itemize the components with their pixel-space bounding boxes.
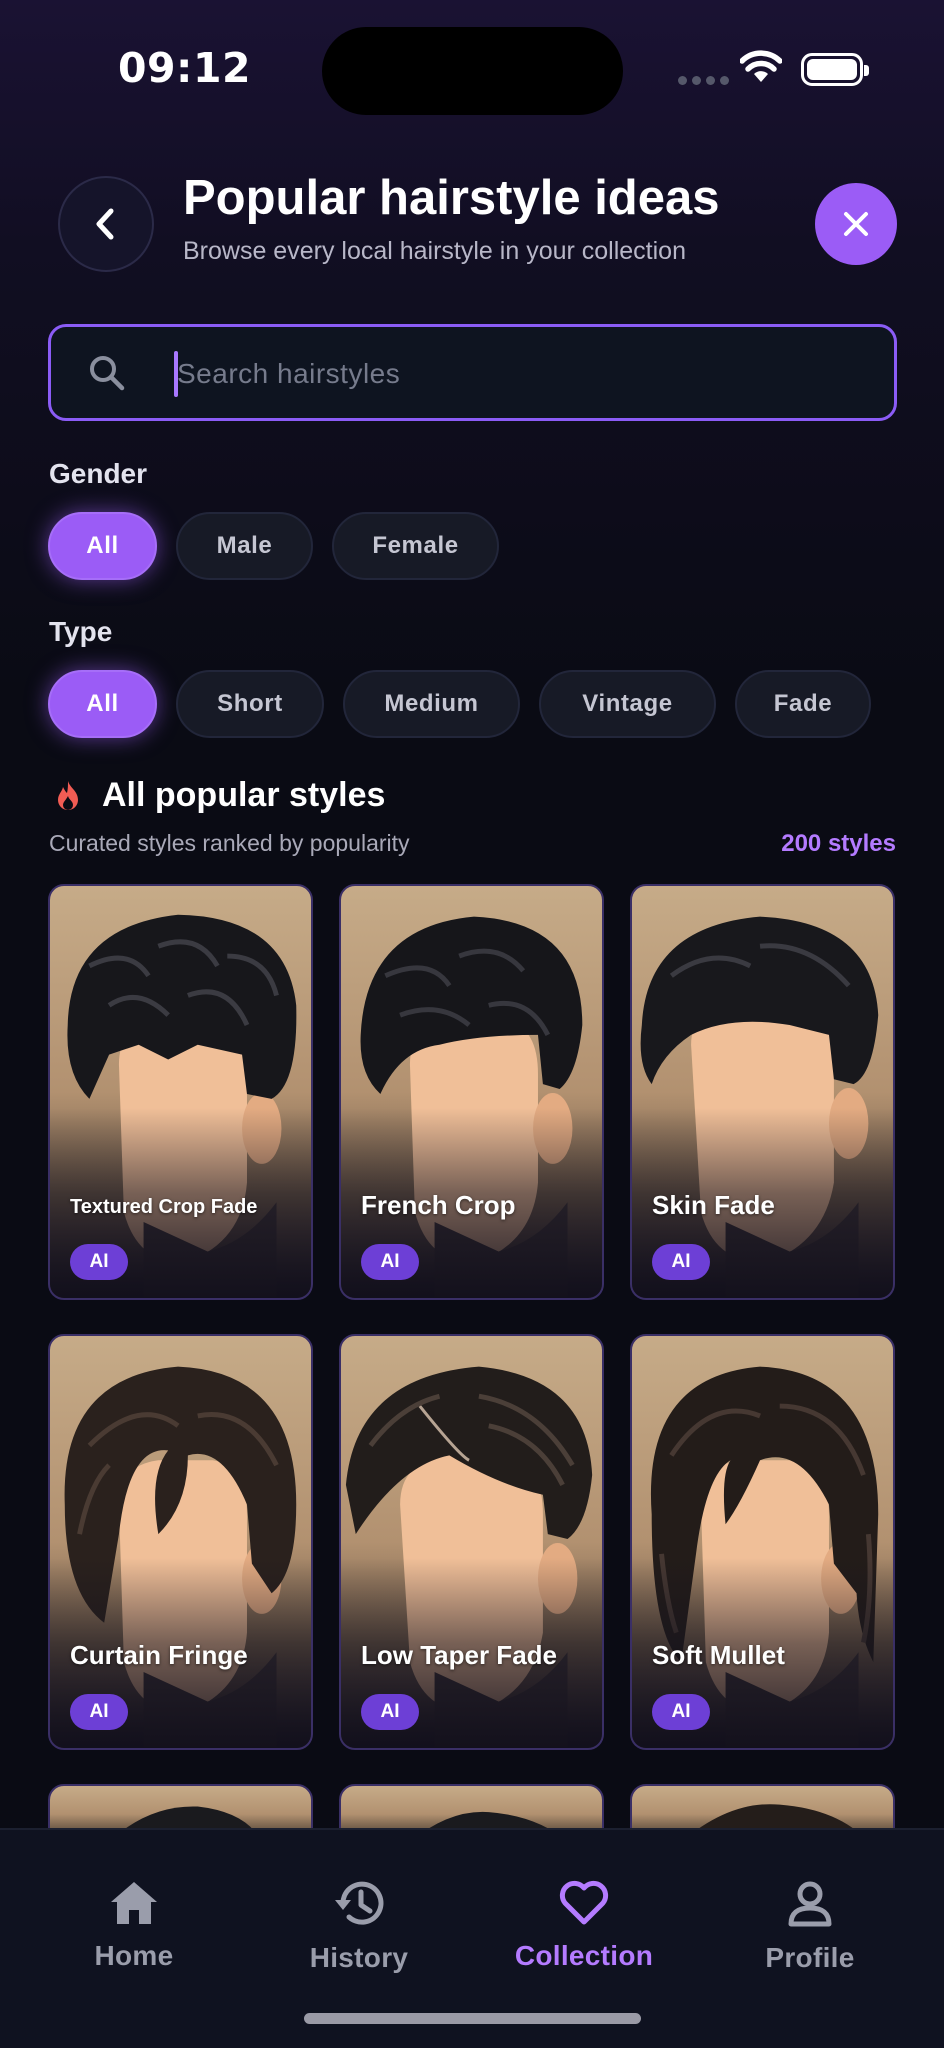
ai-badge: AI (361, 1244, 419, 1280)
search-bar[interactable] (48, 324, 897, 421)
gender-chip-all[interactable]: All (48, 512, 157, 580)
battery-icon (801, 53, 869, 86)
hairstyle-name: Textured Crop Fade (70, 1196, 258, 1218)
home-icon (111, 1882, 157, 1924)
type-chip-fade[interactable]: Fade (735, 670, 871, 738)
gender-chip-female[interactable]: Female (332, 512, 499, 580)
type-chip-all[interactable]: All (48, 670, 157, 738)
nav-item-collection[interactable]: Collection (474, 1880, 694, 1972)
ai-badge: AI (70, 1244, 128, 1280)
nav-label-profile: Profile (765, 1942, 855, 1973)
hairstyle-card[interactable]: Skin Fade AI (630, 884, 895, 1300)
ai-badge: AI (652, 1694, 710, 1730)
ai-badge: AI (361, 1694, 419, 1730)
home-indicator[interactable] (304, 2013, 641, 2024)
ai-badge: AI (652, 1244, 710, 1280)
type-chip-short[interactable]: Short (176, 670, 324, 738)
section-subtitle: Curated styles ranked by popularity (49, 830, 410, 856)
search-icon (90, 356, 125, 391)
close-icon (844, 212, 868, 236)
page-title: Popular hairstyle ideas (183, 171, 720, 225)
gender-chip-male[interactable]: Male (176, 512, 313, 580)
hairstyle-name: Skin Fade (652, 1190, 775, 1220)
history-icon (335, 1881, 384, 1925)
chevron-left-icon (96, 208, 114, 240)
hairstyle-name: Low Taper Fade (361, 1640, 557, 1670)
cellular-signal-icon (678, 76, 729, 85)
nav-item-home[interactable]: Home (24, 1880, 244, 1972)
heart-icon (559, 1880, 609, 1925)
close-button[interactable] (815, 183, 897, 265)
hairstyle-name: Soft Mullet (652, 1640, 785, 1670)
type-filter-label: Type (49, 616, 113, 647)
hairstyle-card[interactable]: Curtain Fringe AI (48, 1334, 313, 1750)
hairstyle-card[interactable]: Textured Crop Fade AI (48, 884, 313, 1300)
type-chip-medium[interactable]: Medium (343, 670, 520, 738)
nav-label-history: History (309, 1942, 409, 1973)
profile-icon (788, 1881, 832, 1927)
status-time: 09:12 (118, 44, 252, 92)
nav-item-history[interactable]: History (249, 1880, 469, 1974)
hairstyle-card[interactable]: French Crop AI (339, 884, 604, 1300)
nav-label-home: Home (94, 1940, 174, 1971)
page-subtitle: Browse every local hairstyle in your col… (183, 237, 686, 265)
fire-icon (58, 781, 78, 810)
hairstyle-name: French Crop (361, 1190, 516, 1220)
hairstyle-card[interactable]: Soft Mullet AI (630, 1334, 895, 1750)
hairstyle-grid: Textured Crop Fade AI French Crop AI Ski… (48, 884, 897, 1844)
hairstyle-card[interactable]: Low Taper Fade AI (339, 1334, 604, 1750)
type-chip-vintage[interactable]: Vintage (539, 670, 716, 738)
hairstyle-name: Curtain Fringe (70, 1640, 248, 1670)
gender-filter-label: Gender (49, 458, 148, 489)
search-input[interactable] (177, 345, 857, 403)
section-title: All popular styles (102, 776, 386, 814)
nav-item-profile[interactable]: Profile (700, 1880, 920, 1974)
gender-filter-chips: All Male Female (48, 512, 499, 580)
type-filter-chips: All Short Medium Vintage Fade (48, 670, 871, 738)
styles-count: 200 styles (781, 830, 896, 857)
wifi-icon (739, 50, 783, 89)
dynamic-island (322, 27, 623, 115)
ai-badge: AI (70, 1694, 128, 1730)
back-button[interactable] (58, 176, 154, 272)
nav-label-collection: Collection (514, 1940, 654, 1971)
